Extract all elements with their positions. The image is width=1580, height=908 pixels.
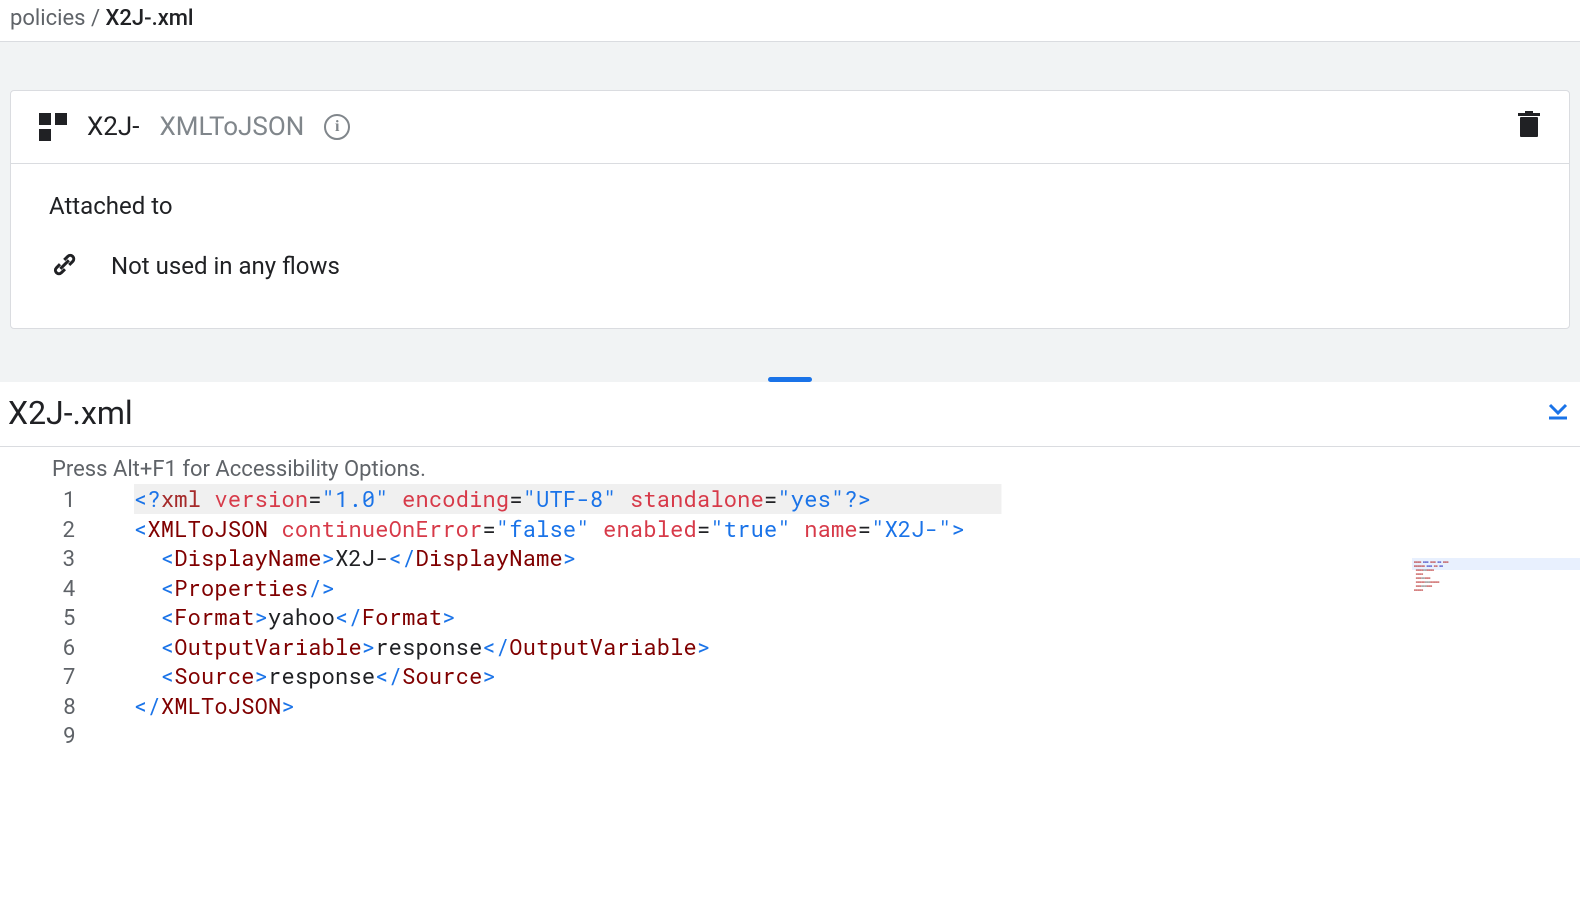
- breadcrumb-parent[interactable]: policies: [10, 6, 86, 31]
- panel-resize-handle[interactable]: [768, 377, 812, 382]
- breadcrumb: policies / X2J-.xml: [0, 0, 1580, 42]
- code-editor[interactable]: 123456789 <?xml version="1.0" encoding="…: [0, 484, 1580, 750]
- grid-icon: [39, 113, 67, 141]
- policy-type: XMLToJSON: [159, 112, 304, 142]
- editor-filename: X2J-.xml: [8, 394, 133, 432]
- info-icon[interactable]: i: [324, 114, 350, 140]
- policy-card: X2J- XMLToJSON i Attached to Not: [10, 90, 1570, 329]
- link-icon: [46, 246, 86, 286]
- attached-status: Not used in any flows: [111, 252, 340, 280]
- attached-to-label: Attached to: [49, 192, 1531, 220]
- policy-card-header: X2J- XMLToJSON i: [11, 91, 1569, 164]
- code-content[interactable]: <?xml version="1.0" encoding="UTF-8" sta…: [92, 484, 1580, 750]
- breadcrumb-current: X2J-.xml: [106, 6, 194, 31]
- delete-button[interactable]: [1517, 111, 1541, 143]
- accessibility-hint: Press Alt+F1 for Accessibility Options.: [0, 447, 1580, 484]
- policy-name: X2J-: [87, 112, 139, 142]
- editor-panel: X2J-.xml Press Alt+F1 for Accessibility …: [0, 382, 1580, 750]
- line-number-gutter: 123456789: [0, 484, 92, 750]
- minimap[interactable]: ▬▬▬▬ ▬▬▬ ▬▬▬ ▬▬ ▬▬▬ ▬▬▬▬▬▬ ▬▬▬ ▬▬ ▬▬ ▬▬▬…: [1412, 558, 1580, 618]
- collapse-panel-button[interactable]: [1546, 401, 1570, 425]
